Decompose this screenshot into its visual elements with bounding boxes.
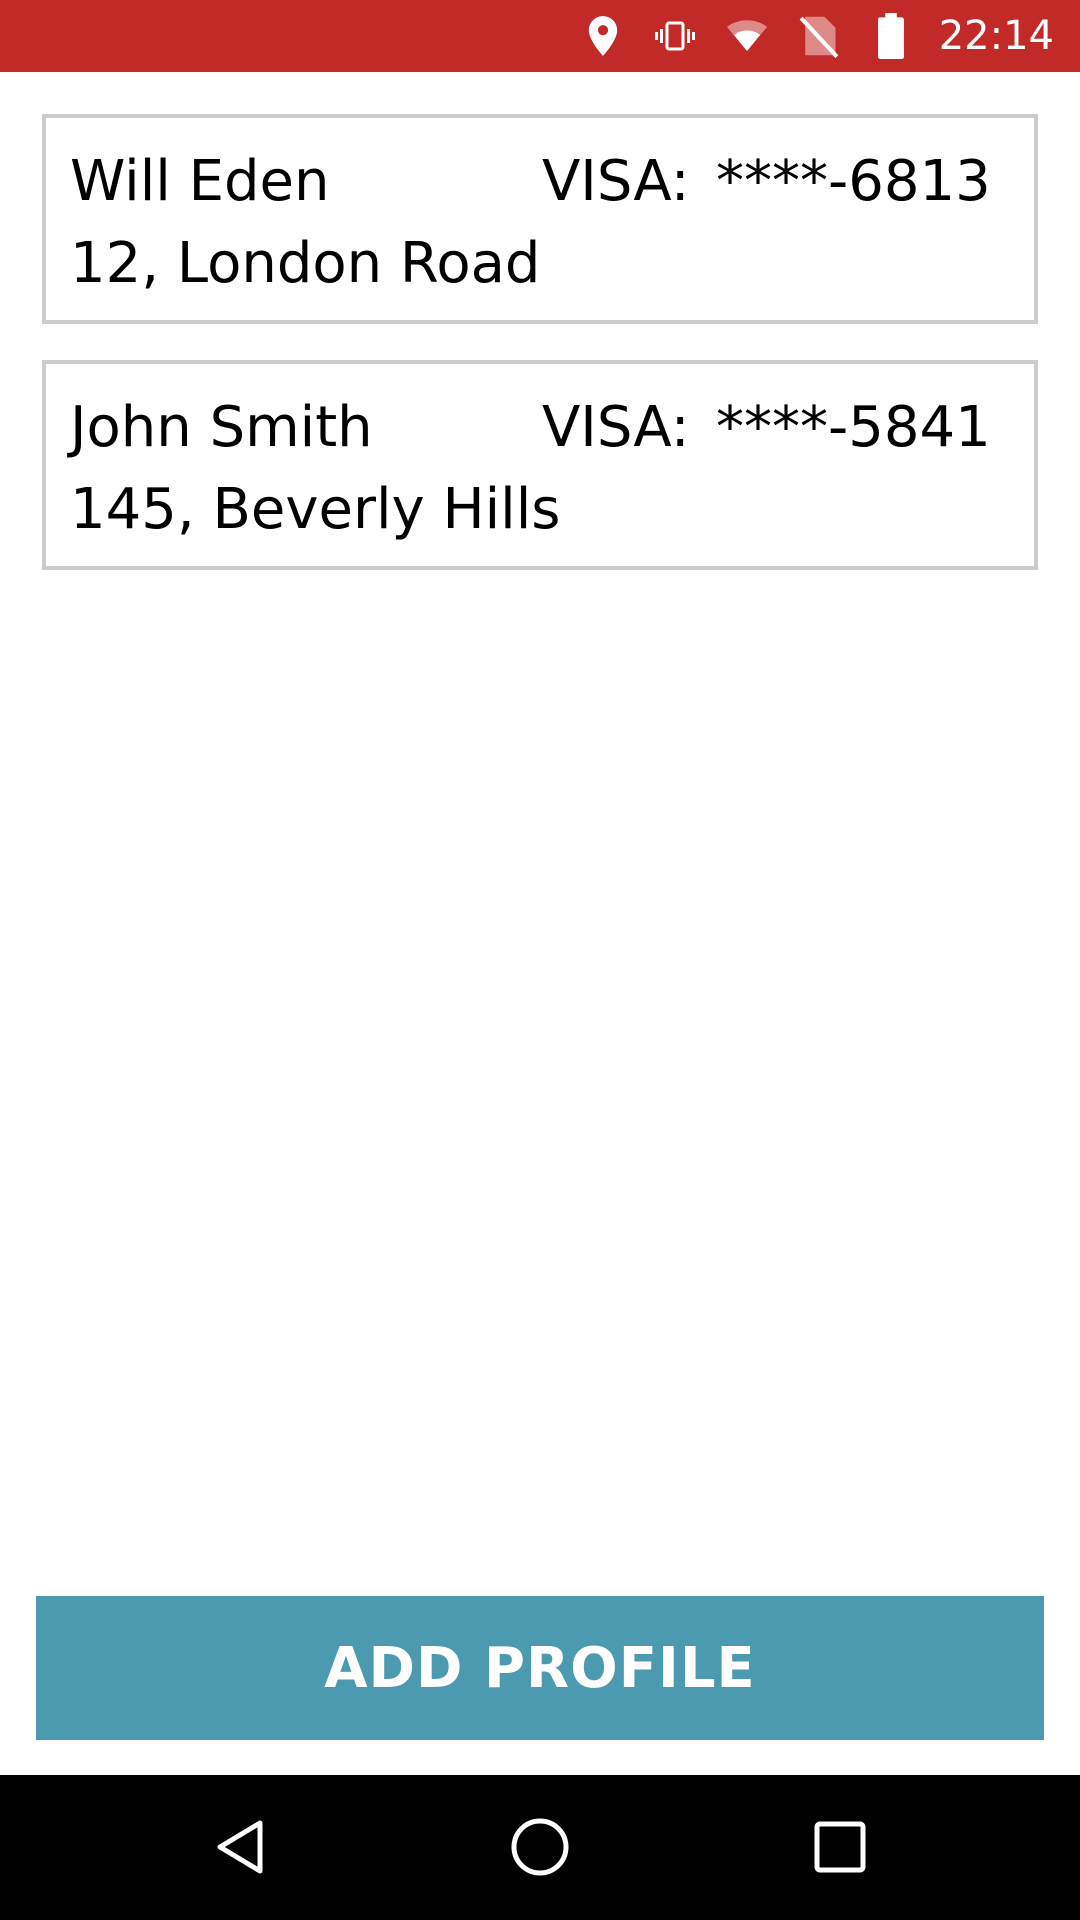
profile-card[interactable]: John Smith VISA: ****-5841 145, Beverly … — [42, 360, 1038, 570]
profile-name: Will Eden — [70, 149, 330, 214]
status-bar: 22:14 — [0, 0, 1080, 72]
back-icon[interactable] — [190, 1797, 290, 1897]
card-brand-label: VISA: — [542, 149, 690, 214]
profile-list-screen: Will Eden VISA: ****-6813 12, London Roa… — [0, 72, 1080, 1775]
home-icon[interactable] — [490, 1797, 590, 1897]
recents-icon[interactable] — [790, 1797, 890, 1897]
battery-icon — [871, 13, 911, 59]
status-time: 22:14 — [938, 13, 1054, 59]
card-number: ****-6813 — [716, 149, 991, 214]
wifi-icon — [726, 14, 767, 58]
navigation-bar — [0, 1775, 1080, 1920]
add-profile-button[interactable]: ADD PROFILE — [36, 1596, 1044, 1740]
card-number: ****-5841 — [716, 395, 991, 460]
profile-card[interactable]: Will Eden VISA: ****-6813 12, London Roa… — [42, 114, 1038, 324]
profile-address: 12, London Road — [70, 231, 541, 296]
no-sim-icon — [799, 14, 839, 58]
profile-name: John Smith — [70, 395, 373, 460]
vibrate-icon — [654, 14, 695, 58]
profile-address: 145, Beverly Hills — [70, 477, 561, 542]
card-brand-label: VISA: — [542, 395, 690, 460]
location-icon — [583, 14, 623, 58]
